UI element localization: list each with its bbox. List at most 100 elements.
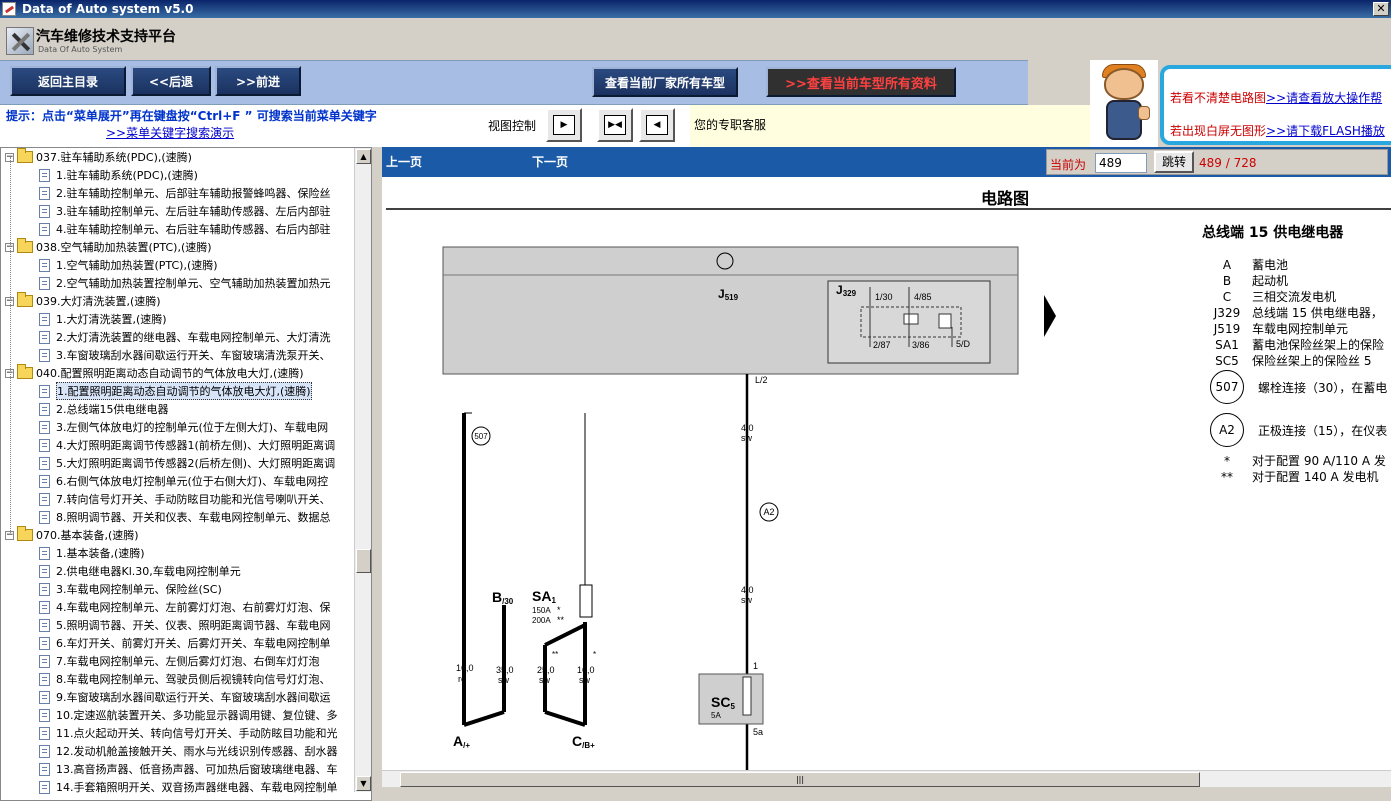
tree-doc-node[interactable]: 7.转向信号灯开关、手动防眩目功能和光信号喇叭开关、: [39, 490, 331, 508]
diagram-viewer: 电路图 J519 J329 1/30 4/85 2/87 3/86 5/D L/…: [382, 177, 1391, 773]
tree-folder-node[interactable]: −037.驻车辅助系统(PDC),(速腾): [5, 148, 192, 166]
folder-open-icon: [17, 526, 33, 541]
scroll-down-icon[interactable]: ▼: [356, 776, 371, 791]
tree-doc-node[interactable]: 4.驻车辅助控制单元、右后驻车辅助传感器、右后内部驻: [39, 220, 331, 238]
tree-folder-node[interactable]: −040.配置照明距离动态自动调节的气体放电大灯,(速腾): [5, 364, 304, 382]
tree-doc-node[interactable]: 1.驻车辅助系统(PDC),(速腾): [39, 166, 198, 184]
view-expand-right-button[interactable]: ▶: [546, 108, 582, 142]
search-demo-link[interactable]: >>菜单关键字搜索演示: [106, 124, 234, 141]
zoom-help-link[interactable]: >>请查看放大操作帮: [1266, 91, 1382, 105]
notice-line-2: 若出现白屏无图形>>请下载FLASH播放: [1170, 124, 1385, 138]
page-navbar: 上一页 下一页 当前为 跳转 489 / 728: [382, 147, 1391, 177]
tree-doc-node[interactable]: 7.车载电网控制单元、左侧后雾灯灯泡、右倒车灯灯泡: [39, 652, 320, 670]
tree-node-label: 6.右侧气体放电灯控制单元(位于右侧大灯)、车载电网控: [56, 475, 329, 488]
next-arrow-icon[interactable]: [1044, 295, 1056, 337]
view-control-label: 视图控制: [488, 119, 537, 133]
hscroll-thumb[interactable]: |||: [400, 772, 1200, 787]
tree-node-label: 037.驻车辅助系统(PDC),(速腾): [36, 151, 192, 164]
menu-tree-list: −037.驻车辅助系统(PDC),(速腾) 1.驻车辅助系统(PDC),(速腾) 2…: [1, 148, 355, 794]
wire-25: 25,0: [537, 665, 555, 675]
tree-doc-node[interactable]: 5.照明调节器、开关、仪表、照明距离调节器、车载电网: [39, 616, 331, 634]
tree-doc-node[interactable]: 3.车窗玻璃刮水器间歇运行开关、车窗玻璃清洗泵开关、: [39, 346, 331, 364]
relay-coil: [938, 313, 952, 329]
flash-download-link[interactable]: >>请下载FLASH播放: [1266, 124, 1385, 138]
page-number-input[interactable]: [1095, 153, 1147, 173]
all-data-button[interactable]: >>查看当前车型所有资料: [766, 67, 956, 97]
tree-node-label: 3.左侧气体放电灯的控制单元(位于左侧大灯)、车载电网: [56, 421, 329, 434]
next-page-link[interactable]: 下一页: [532, 153, 568, 170]
tree-doc-node[interactable]: 1.基本装备,(速腾): [39, 544, 145, 562]
tree-node-label: 4.大灯照明距离调节传感器1(前桥左侧)、大灯照明距离调: [56, 439, 336, 452]
sa1-fuse: [579, 584, 593, 618]
hint-bar: 提示：点击“菜单展开”再在键盘按“Ctrl+F ” 可搜索当前菜单关键字 >>菜…: [0, 105, 1090, 147]
prev-page-link[interactable]: 上一页: [386, 153, 422, 170]
tree-doc-node[interactable]: 2.供电继电器Kl.30,车载电网控制单元: [39, 562, 241, 580]
wire-size-2: 4,0: [741, 585, 754, 595]
document-icon: [39, 384, 50, 398]
tree-node-label: 2.空气辅助加热装置控制单元、空气辅助加热装置加热元: [56, 277, 331, 290]
document-icon: [39, 672, 50, 686]
tree-node-label: 038.空气辅助加热装置(PTC),(速腾): [36, 241, 212, 254]
tree-node-label: 3.车窗玻璃刮水器间歇运行开关、车窗玻璃清洗泵开关、: [56, 349, 331, 362]
wire-c-link: [544, 710, 586, 727]
document-icon: [39, 474, 50, 488]
view-expand-left-button[interactable]: ◀: [639, 108, 675, 142]
folder-open-icon: [17, 364, 33, 379]
tree-doc-node[interactable]: 4.大灯照明距离调节传感器1(前桥左侧)、大灯照明距离调: [39, 436, 335, 454]
tree-doc-node[interactable]: 2.驻车辅助控制单元、后部驻车辅助报警蜂鸣器、保险丝: [39, 184, 331, 202]
jump-button[interactable]: 跳转: [1154, 151, 1194, 173]
document-icon: [39, 762, 50, 776]
tree-doc-node[interactable]: 8.照明调节器、开关和仪表、车载电网控制单元、数据总: [39, 508, 331, 526]
tree-folder-node[interactable]: −070.基本装备,(速腾): [5, 526, 139, 544]
tree-doc-node[interactable]: 10.定速巡航装置开关、多功能显示器调用键、复位键、多: [39, 706, 338, 724]
scroll-up-icon[interactable]: ▲: [356, 149, 371, 164]
home-button[interactable]: 返回主目录: [10, 66, 126, 96]
close-icon[interactable]: ✕: [1373, 2, 1389, 16]
tree-doc-node[interactable]: 2.空气辅助加热装置控制单元、空气辅助加热装置加热元: [39, 274, 331, 292]
back-button[interactable]: <<后退: [131, 66, 211, 96]
tree-node-label: 4.驻车辅助控制单元、右后驻车辅助传感器、右后内部驻: [56, 223, 331, 236]
tree-node-label: 2.大灯清洗装置的继电器、车载电网控制单元、大灯清洗: [56, 331, 331, 344]
document-icon: [39, 618, 50, 632]
tree-doc-node[interactable]: 6.车灯开关、前雾灯开关、后雾灯开关、车载电网控制单: [39, 634, 331, 652]
tree-vertical-scrollbar[interactable]: ▲ ▼: [354, 148, 371, 792]
all-models-button[interactable]: 查看当前厂家所有车型: [592, 67, 738, 97]
tree-doc-node[interactable]: 2.总线端15供电继电器: [39, 400, 169, 418]
view-split-button[interactable]: ▶◀: [597, 108, 633, 142]
tree-doc-node[interactable]: 3.车载电网控制单元、保险丝(SC): [39, 580, 222, 598]
tree-doc-node[interactable]: 1.空气辅助加热装置(PTC),(速腾): [39, 256, 218, 274]
viewer-horizontal-scrollbar[interactable]: |||: [382, 770, 1391, 787]
tree-doc-node[interactable]: 3.左侧气体放电灯的控制单元(位于左侧大灯)、车载电网: [39, 418, 328, 436]
tree-folder-node[interactable]: −038.空气辅助加热装置(PTC),(速腾): [5, 238, 212, 256]
tree-doc-node[interactable]: 4.车载电网控制单元、左前雾灯灯泡、右前雾灯灯泡、保: [39, 598, 331, 616]
tree-folder-node[interactable]: −039.大灯清洗装置,(速腾): [5, 292, 161, 310]
tree-doc-node[interactable]: 2.大灯清洗装置的继电器、车载电网控制单元、大灯清洗: [39, 328, 331, 346]
tree-node-label: 1.配置照明距离动态自动调节的气体放电大灯,(速腾): [56, 382, 312, 400]
tree-node-label: 11.点火起动开关、转向信号灯开关、手动防眩目功能和光: [56, 727, 338, 740]
tree-doc-node[interactable]: 13.高音扬声器、低音扬声器、可加热后窗玻璃继电器、车: [39, 760, 338, 778]
pane-splitter[interactable]: [372, 147, 382, 801]
tree-doc-node[interactable]: 11.点火起动开关、转向信号灯开关、手动防眩目功能和光: [39, 724, 338, 742]
window-title: Data of Auto system v5.0: [22, 2, 194, 16]
tree-doc-node[interactable]: 3.驻车辅助控制单元、左后驻车辅助传感器、左后内部驻: [39, 202, 331, 220]
document-icon: [39, 636, 50, 650]
tree-node-label: 14.手套箱照明开关、双音扬声器继电器、车载电网控制单: [56, 781, 338, 794]
document-icon: [39, 348, 50, 362]
tree-doc-node[interactable]: 12.发动机舱盖接触开关、雨水与光线识别传感器、刮水器: [39, 742, 338, 760]
tree-doc-node[interactable]: 6.右侧气体放电灯控制单元(位于右侧大灯)、车载电网控: [39, 472, 328, 490]
tree-doc-node[interactable]: 8.车载电网控制单元、驾驶员侧后视镜转向信号灯灯泡、: [39, 670, 331, 688]
tree-doc-node[interactable]: 14.手套箱照明开关、双音扬声器继电器、车载电网控制单: [39, 778, 338, 796]
wire-35: 35,0: [496, 665, 514, 675]
sa1-label: SA1: [532, 588, 556, 605]
scroll-thumb[interactable]: [356, 549, 371, 573]
tree-doc-node[interactable]: 9.车窗玻璃刮水器间歇运行开关、车窗玻璃刮水器间歇运: [39, 688, 331, 706]
pin-4-85: 4/85: [914, 292, 932, 302]
wire-35-sw: sw: [498, 675, 510, 685]
wire-ro: ro: [458, 674, 466, 684]
customer-service-label[interactable]: 您的专职客服: [690, 105, 1090, 147]
forward-button[interactable]: >>前进: [215, 66, 301, 96]
tree-doc-node[interactable]: 1.大灯清洗装置,(速腾): [39, 310, 167, 328]
legend-row: A 蓄电池: [1222, 258, 1289, 272]
tree-doc-node[interactable]: 5.大灯照明距离调节传感器2(后桥左侧)、大灯照明距离调: [39, 454, 335, 472]
tree-doc-node[interactable]: 1.配置照明距离动态自动调节的气体放电大灯,(速腾): [39, 382, 312, 400]
